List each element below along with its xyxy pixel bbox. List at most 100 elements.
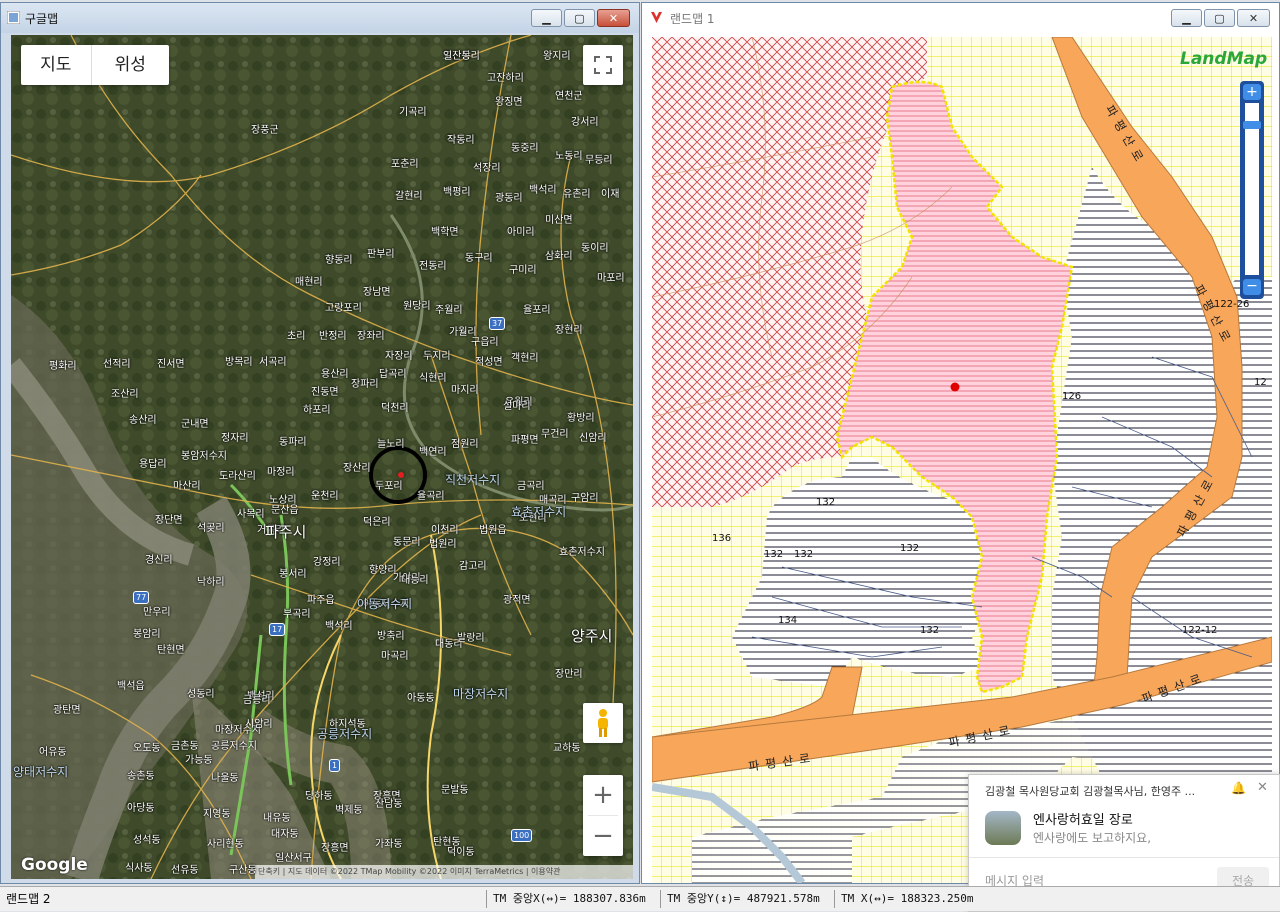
place-label: 삼화리 [545, 251, 573, 262]
place-label: 금릉리 [243, 695, 271, 706]
parcel-number: 132 [920, 625, 940, 636]
place-label: 만우리 [143, 607, 171, 618]
maximize-icon: ▢ [1214, 11, 1225, 25]
parcel-number: 136 [712, 533, 732, 544]
place-label: 장좌리 [357, 331, 385, 342]
place-label: 덕천리 [381, 403, 409, 414]
zoom-handle[interactable] [1243, 121, 1261, 129]
parcel-number: 126 [1062, 391, 1082, 402]
place-label: 봉암저수지 [181, 451, 227, 462]
place-label: 구암리 [571, 493, 599, 504]
place-label: 동이리 [581, 243, 609, 254]
place-label: 나울동 [211, 773, 239, 784]
close-button[interactable]: ✕ [597, 9, 630, 27]
place-label: 구산동 [229, 865, 257, 876]
cadastral-map[interactable]: LandMap + − 126 132 136 132 132 132 134 132 122-… [652, 37, 1272, 883]
place-label: 봉서리 [279, 569, 307, 580]
place-label: 점원리 [451, 439, 479, 450]
place-label: 아미리 [507, 227, 535, 238]
place-label: 금촌동 [171, 741, 199, 752]
place-label: 금곡리 [517, 481, 545, 492]
map-type-satellite-button[interactable]: 위성 [92, 45, 169, 85]
plus-icon: + [1246, 84, 1258, 100]
place-label: 경신리 [145, 555, 173, 566]
place-label: 내유동 [263, 813, 291, 824]
title-bar[interactable]: 구글맵 ▁ ▢ ✕ [1, 3, 639, 33]
place-label: 용산리 [321, 369, 349, 380]
place-label: 식사동 [125, 863, 153, 874]
place-label: 법원읍 [479, 525, 507, 536]
place-label: 아동동 [407, 693, 435, 704]
place-label: 백평리 [443, 187, 471, 198]
reservoir-label: 직천저수지 [445, 473, 501, 487]
place-label: 당하동 [305, 791, 333, 802]
parcel-number: 132 [794, 549, 814, 560]
minimize-button[interactable]: ▁ [531, 9, 562, 27]
parcel-number: 132 [900, 543, 920, 554]
place-label: 효촌저수지 [559, 547, 605, 558]
zoom-in-button[interactable]: + [588, 775, 618, 816]
zoom-in-button[interactable]: + [1243, 84, 1261, 100]
close-icon: ✕ [608, 11, 619, 25]
place-label: 갈현리 [395, 191, 423, 202]
place-label: 발랑리 [457, 633, 485, 644]
place-label: 장단면 [155, 515, 183, 526]
map-attribution[interactable]: 단축키 | 지도 데이터 ©2022 TMap Mobility ©2022 이… [255, 865, 633, 879]
google-logo: Google [21, 855, 88, 875]
place-label: 문산읍 [271, 505, 299, 516]
place-label: 벽제동 [335, 805, 363, 816]
place-label: 왕징면 [495, 97, 523, 108]
place-label: 백학면 [431, 227, 459, 238]
zoom-out-button[interactable]: − [1243, 279, 1261, 295]
place-label: 석곶리 [197, 523, 225, 534]
place-label: 덕은리 [363, 517, 391, 528]
place-label: 마지리 [451, 385, 479, 396]
place-label: 봉암리 [133, 629, 161, 640]
landmap-app-icon [651, 12, 662, 23]
window-app-icon [7, 11, 20, 24]
place-label: 노동리 [555, 151, 583, 162]
place-label: 성석동 [133, 835, 161, 846]
place-label: 선유동 [171, 865, 199, 876]
street-view-pegman-button[interactable] [583, 703, 623, 743]
place-label: 오도동 [133, 743, 161, 754]
place-label: 사리현동 [207, 839, 244, 850]
title-bar[interactable]: 랜드맵 1 ▁ ▢ ✕ [642, 3, 1279, 33]
place-label: 산남동 [375, 799, 403, 810]
place-label: 백석리 [325, 621, 353, 632]
fullscreen-button[interactable] [583, 45, 623, 85]
parcel-number: 122-12 [1182, 625, 1218, 636]
place-label: 광동리 [495, 193, 523, 204]
maximize-button[interactable]: ▢ [1204, 9, 1235, 27]
satellite-map[interactable]: 지도 위성 + − Google 단축키 | 지도 데이터 ©2022 TMap… [11, 35, 633, 879]
place-label: 평화리 [49, 361, 77, 372]
place-label: 가좌동 [375, 839, 403, 850]
cadastral-map-drawing [652, 37, 1272, 883]
place-label: 동중리 [511, 143, 539, 154]
zoom-out-button[interactable]: − [588, 816, 618, 856]
place-label: 장흥면 [321, 843, 349, 854]
place-label: 마정리 [267, 467, 295, 478]
place-label: 두지리 [423, 351, 451, 362]
place-label: 동구리 [465, 253, 493, 264]
close-button[interactable]: ✕ [1237, 9, 1270, 27]
place-label: 포춘리 [391, 159, 419, 170]
place-label: 이재 [601, 189, 620, 200]
place-label: 장산리 [343, 463, 371, 474]
zoom-slider[interactable]: + − [1240, 81, 1264, 299]
parcel-number: 132 [816, 497, 836, 508]
minus-icon: − [1246, 278, 1258, 294]
minimize-button[interactable]: ▁ [1171, 9, 1202, 27]
map-type-map-button[interactable]: 지도 [21, 45, 92, 85]
place-label: 연천군 [555, 91, 583, 102]
place-label: 장풍군 [251, 125, 279, 136]
place-label: 마포리 [597, 273, 625, 284]
chat-title[interactable]: 엔사랑허효일 장로 [1033, 809, 1133, 828]
place-label: 강정리 [313, 557, 341, 568]
maximize-button[interactable]: ▢ [564, 9, 595, 27]
bell-icon[interactable]: 🔔 [1231, 781, 1246, 795]
place-label: 일산동 [443, 51, 471, 62]
close-icon[interactable]: ✕ [1257, 780, 1268, 795]
place-label: 미산면 [545, 215, 573, 226]
place-label: 판부리 [367, 249, 395, 260]
